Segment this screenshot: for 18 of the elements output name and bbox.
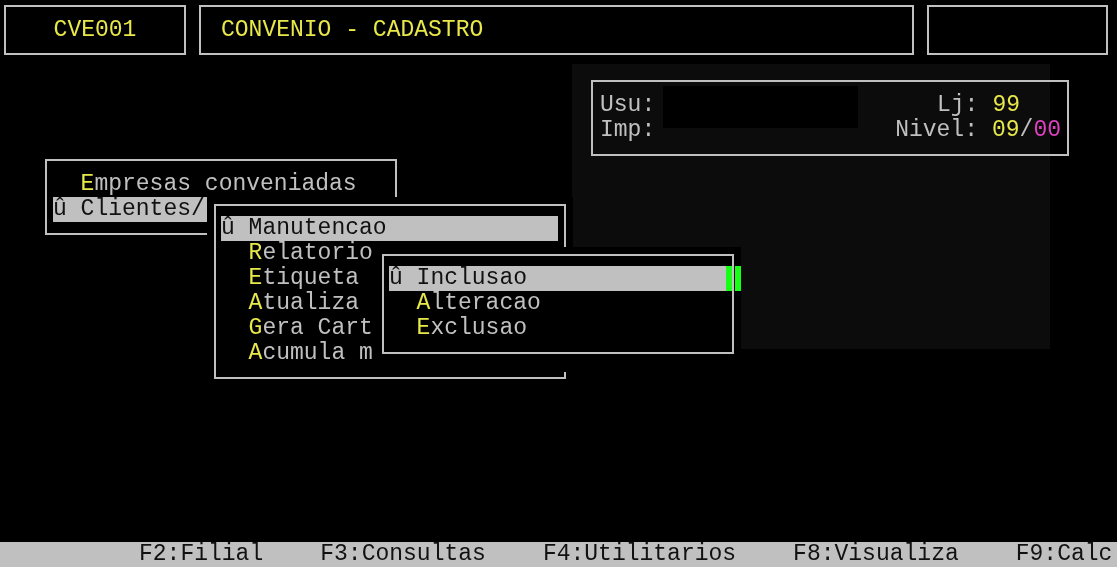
store-value: 99: [992, 93, 1020, 118]
printer-label: Imp:: [600, 118, 656, 143]
function-key[interactable]: F8:Visualiza: [793, 542, 959, 567]
level-label: Nivel:: [895, 118, 978, 143]
program-code: CVE001: [53, 17, 137, 43]
function-key[interactable]: F2:Filial: [139, 542, 264, 567]
menu-item[interactable]: Exclusao: [389, 316, 726, 341]
function-key[interactable]: F4:Utilitarios: [542, 542, 737, 567]
screen-title: CONVENIO - CADASTRO: [221, 17, 484, 43]
user-label: Usu:: [600, 93, 656, 118]
function-key[interactable]: F9:Calc: [1015, 542, 1113, 567]
function-key[interactable]: F3:Consultas: [320, 542, 486, 567]
menu-item[interactable]: Empresas conveniadas: [53, 172, 389, 197]
store-label: Lj:: [936, 93, 979, 118]
menu-item[interactable]: Alteracao: [389, 291, 726, 316]
cursor-icon: [726, 266, 741, 291]
menu-item[interactable]: û Manutencao: [221, 216, 558, 241]
level-value: 09/00: [991, 118, 1061, 143]
